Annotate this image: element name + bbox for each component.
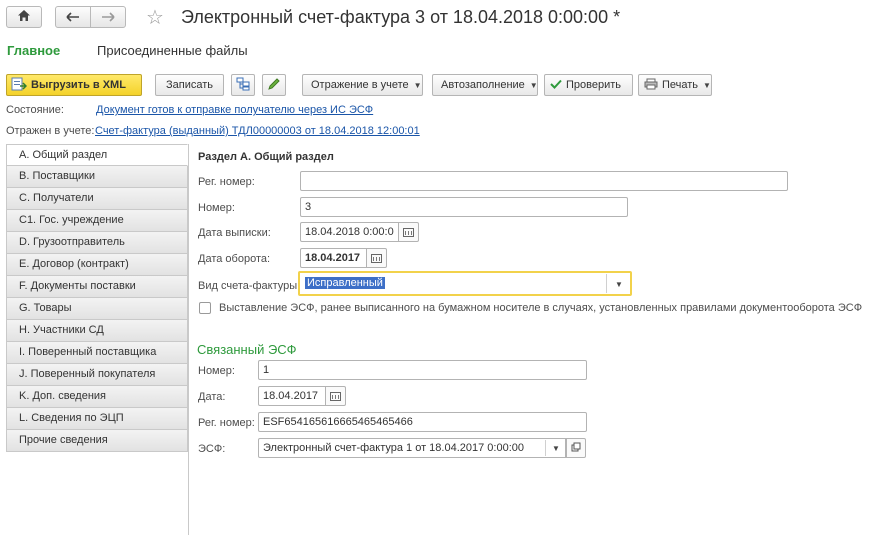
pencil-icon [267, 77, 281, 94]
home-button[interactable] [6, 6, 42, 28]
tab-main[interactable]: Главное [7, 43, 60, 58]
printer-icon [644, 78, 658, 93]
related-esf-open-button[interactable] [566, 438, 586, 458]
sidebar-divider [188, 144, 189, 535]
issue-date-label: Дата выписки: [198, 227, 271, 239]
number-label: Номер: [198, 202, 235, 214]
invoice-type-label: Вид счета-фактуры: [198, 280, 301, 292]
invoice-type-value: Исправленный [305, 277, 385, 289]
save-label: Записать [165, 79, 213, 91]
export-xml-label: Выгрузить в XML [31, 79, 126, 91]
save-button[interactable]: Записать [155, 74, 224, 96]
edit-button[interactable] [262, 74, 286, 96]
related-esf-title: Связанный ЭСФ [197, 342, 297, 357]
related-esf-value: Электронный счет-фактура 1 от 18.04.2017… [263, 442, 524, 454]
paper-issue-label: Выставление ЭСФ, ранее выписанного на бу… [219, 302, 863, 314]
sidebar-item-additional-info[interactable]: K. Доп. сведения [6, 386, 188, 408]
structure-icon [236, 77, 250, 94]
related-esf-divider [545, 440, 546, 456]
sidebar-item-suppliers[interactable]: B. Поставщики [6, 166, 188, 188]
checkmark-icon [550, 79, 562, 92]
invoice-type-select[interactable]: Исправленный [298, 271, 632, 296]
related-date-label: Дата: [198, 391, 226, 403]
chevron-down-icon: ▼ [413, 80, 422, 90]
favorite-star-icon[interactable]: ☆ [146, 5, 164, 30]
calendar-icon [403, 227, 414, 237]
home-icon [17, 9, 31, 25]
check-button[interactable]: Проверить [544, 74, 633, 96]
chevron-down-icon: ▼ [529, 80, 538, 90]
related-number-label: Номер: [198, 365, 235, 377]
turnover-date-field[interactable]: 18.04.2017 [300, 248, 367, 268]
reflection-label: Отражение в учете [311, 79, 409, 91]
back-button[interactable] [55, 6, 91, 28]
section-title: Раздел A. Общий раздел [198, 151, 334, 163]
chevron-down-icon[interactable]: ▼ [615, 280, 623, 289]
turnover-date-label: Дата оборота: [198, 253, 271, 265]
arrow-right-icon [101, 10, 115, 25]
related-esf-label: ЭСФ: [198, 443, 226, 455]
related-reg-number-field[interactable]: ESF654165616665465465466 [258, 412, 587, 432]
sidebar-item-recipients[interactable]: C. Получатели [6, 188, 188, 210]
state-label: Состояние: [6, 104, 64, 116]
related-esf-select[interactable]: Электронный счет-фактура 1 от 18.04.2017… [258, 438, 566, 458]
sidebar-item-goods[interactable]: G. Товары [6, 298, 188, 320]
reg-number-field[interactable] [300, 171, 788, 191]
invoice-type-divider [606, 274, 607, 293]
window-title: Электронный счет-фактура 3 от 18.04.2018… [181, 7, 621, 27]
print-label: Печать [662, 79, 699, 91]
export-icon [11, 77, 28, 94]
related-number-field[interactable]: 1 [258, 360, 587, 380]
check-label: Проверить [566, 79, 622, 91]
sidebar-item-contract[interactable]: E. Договор (контракт) [6, 254, 188, 276]
structure-button[interactable] [231, 74, 255, 96]
calendar-icon [330, 391, 341, 401]
sidebar-item-other-info[interactable]: Прочие сведения [6, 430, 188, 452]
tab-attached-files[interactable]: Присоединенные файлы [97, 43, 248, 58]
section-sidebar: A. Общий раздел B. Поставщики C. Получат… [6, 144, 188, 452]
state-link[interactable]: Документ готов к отправке получателю чер… [96, 104, 373, 116]
sidebar-item-signature-info[interactable]: L. Сведения по ЭЦП [6, 408, 188, 430]
related-date-calendar-button[interactable] [326, 386, 346, 406]
reflected-link[interactable]: Счет-фактура (выданный) ТДЛ00000003 от 1… [95, 125, 420, 137]
forward-button[interactable] [90, 6, 126, 28]
export-xml-button[interactable]: Выгрузить в XML [6, 74, 142, 96]
autofill-label: Автозаполнение [441, 79, 525, 91]
sidebar-item-general[interactable]: A. Общий раздел [6, 144, 188, 166]
sidebar-item-participants[interactable]: H. Участники СД [6, 320, 188, 342]
number-field[interactable]: 3 [300, 197, 628, 217]
sidebar-item-consignor[interactable]: D. Грузоотправитель [6, 232, 188, 254]
related-date-field[interactable]: 18.04.2017 [258, 386, 326, 406]
chevron-down-icon[interactable]: ▼ [552, 444, 560, 453]
open-form-icon [571, 442, 581, 455]
turnover-date-calendar-button[interactable] [367, 248, 387, 268]
issue-date-field[interactable]: 18.04.2018 0:00:0 [300, 222, 399, 242]
reflected-label: Отражен в учете: [6, 125, 95, 137]
arrow-left-icon [66, 10, 80, 25]
sidebar-item-gov-institution[interactable]: C1. Гос. учреждение [6, 210, 188, 232]
print-dropdown[interactable]: Печать ▼ [638, 74, 712, 96]
chevron-down-icon: ▼ [703, 80, 711, 90]
sidebar-item-delivery-docs[interactable]: F. Документы поставки [6, 276, 188, 298]
calendar-icon [371, 253, 382, 263]
paper-issue-checkbox[interactable] [199, 302, 211, 314]
autofill-dropdown[interactable]: Автозаполнение ▼ [432, 74, 538, 96]
related-reg-number-label: Рег. номер: [198, 417, 255, 429]
issue-date-calendar-button[interactable] [399, 222, 419, 242]
sidebar-item-buyer-agent[interactable]: J. Поверенный покупателя [6, 364, 188, 386]
sidebar-item-supplier-agent[interactable]: I. Поверенный поставщика [6, 342, 188, 364]
reflection-dropdown[interactable]: Отражение в учете ▼ [302, 74, 423, 96]
reg-number-label: Рег. номер: [198, 176, 255, 188]
